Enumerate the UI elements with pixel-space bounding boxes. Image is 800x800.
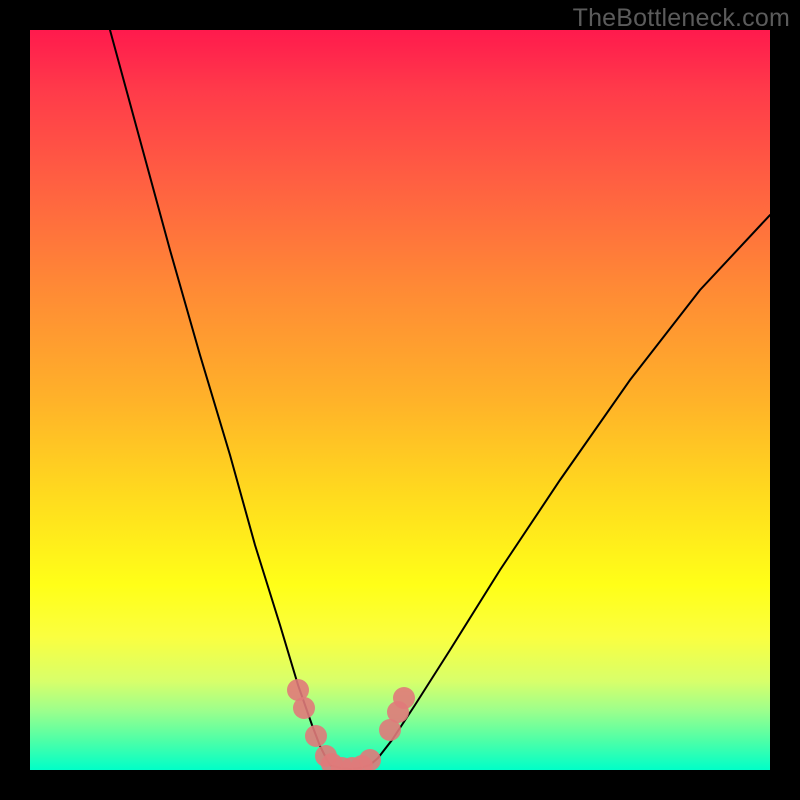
series-right-branch	[370, 215, 770, 765]
marker-point	[293, 697, 315, 719]
marker-group	[287, 679, 415, 770]
chart-plot-area	[30, 30, 770, 770]
marker-point	[359, 749, 381, 770]
curve-svg	[30, 30, 770, 770]
marker-point	[305, 725, 327, 747]
series-left-branch	[110, 30, 330, 765]
series-group	[110, 30, 770, 769]
chart-frame: TheBottleneck.com	[0, 0, 800, 800]
watermark-text: TheBottleneck.com	[573, 4, 790, 33]
marker-point	[393, 687, 415, 709]
